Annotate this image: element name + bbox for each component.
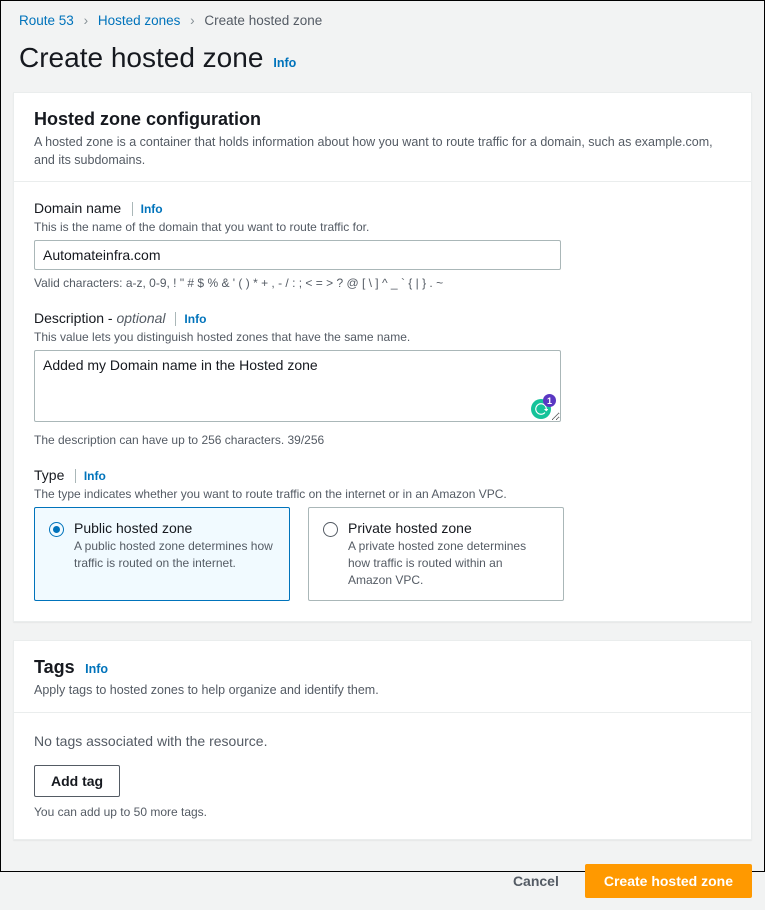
description-label-optional: optional: [116, 310, 165, 326]
breadcrumb-route53[interactable]: Route 53: [19, 13, 74, 28]
config-card-header: Hosted zone configuration A hosted zone …: [14, 93, 751, 182]
create-hosted-zone-button[interactable]: Create hosted zone: [585, 864, 752, 898]
breadcrumb: Route 53 › Hosted zones › Create hosted …: [1, 1, 764, 28]
tags-sub: Apply tags to hosted zones to help organ…: [34, 682, 731, 700]
description-field: Description - optional Info This value l…: [34, 310, 731, 447]
domain-name-info-link[interactable]: Info: [132, 202, 163, 216]
page-info-link[interactable]: Info: [273, 56, 296, 70]
tags-title: Tags: [34, 657, 75, 678]
radio-private-sub: A private hosted zone determines how tra…: [348, 538, 549, 588]
breadcrumb-current: Create hosted zone: [204, 13, 322, 28]
radio-dot-icon: [323, 522, 338, 537]
domain-name-hint: Valid characters: a-z, 0-9, ! " # $ % & …: [34, 276, 731, 290]
type-info-link[interactable]: Info: [75, 469, 106, 483]
type-help: The type indicates whether you want to r…: [34, 487, 731, 501]
config-title: Hosted zone configuration: [34, 109, 731, 130]
description-textarea[interactable]: [34, 350, 561, 422]
page-title-row: Create hosted zone Info: [1, 28, 764, 92]
description-label-prefix: Description -: [34, 310, 116, 326]
breadcrumb-hosted-zones[interactable]: Hosted zones: [98, 13, 181, 28]
tags-limit: You can add up to 50 more tags.: [34, 805, 731, 819]
radio-private-title: Private hosted zone: [348, 520, 549, 536]
tags-info-link[interactable]: Info: [85, 662, 108, 676]
radio-public-title: Public hosted zone: [74, 520, 275, 536]
tags-card-header: Tags Info Apply tags to hosted zones to …: [14, 641, 751, 713]
tags-card-body: No tags associated with the resource. Ad…: [14, 713, 751, 839]
description-counter: The description can have up to 256 chara…: [34, 433, 731, 447]
description-label: Description - optional: [34, 310, 169, 326]
config-description: A hosted zone is a container that holds …: [34, 134, 731, 169]
domain-name-input[interactable]: [34, 240, 561, 270]
chevron-right-icon: ›: [84, 13, 89, 28]
grammarly-count: 1: [543, 394, 556, 407]
domain-name-help: This is the name of the domain that you …: [34, 220, 731, 234]
radio-public-sub: A public hosted zone determines how traf…: [74, 538, 275, 572]
radio-private-hosted-zone[interactable]: Private hosted zone A private hosted zon…: [308, 507, 564, 601]
tags-card: Tags Info Apply tags to hosted zones to …: [13, 640, 752, 840]
footer-actions: Cancel Create hosted zone: [1, 858, 764, 910]
type-radio-row: Public hosted zone A public hosted zone …: [34, 507, 731, 601]
config-card-body: Domain name Info This is the name of the…: [14, 182, 751, 621]
grammarly-icon[interactable]: 1: [531, 399, 551, 419]
tags-empty: No tags associated with the resource.: [34, 731, 731, 765]
add-tag-button[interactable]: Add tag: [34, 765, 120, 797]
radio-dot-icon: [49, 522, 64, 537]
chevron-right-icon: ›: [190, 13, 195, 28]
domain-name-field: Domain name Info This is the name of the…: [34, 200, 731, 290]
radio-public-hosted-zone[interactable]: Public hosted zone A public hosted zone …: [34, 507, 290, 601]
description-help: This value lets you distinguish hosted z…: [34, 330, 731, 344]
config-card: Hosted zone configuration A hosted zone …: [13, 92, 752, 622]
page-title: Create hosted zone: [19, 42, 263, 74]
type-field: Type Info The type indicates whether you…: [34, 467, 731, 601]
type-label: Type: [34, 467, 64, 483]
description-info-link[interactable]: Info: [175, 312, 206, 326]
domain-name-label: Domain name: [34, 200, 121, 216]
cancel-button[interactable]: Cancel: [501, 864, 571, 898]
